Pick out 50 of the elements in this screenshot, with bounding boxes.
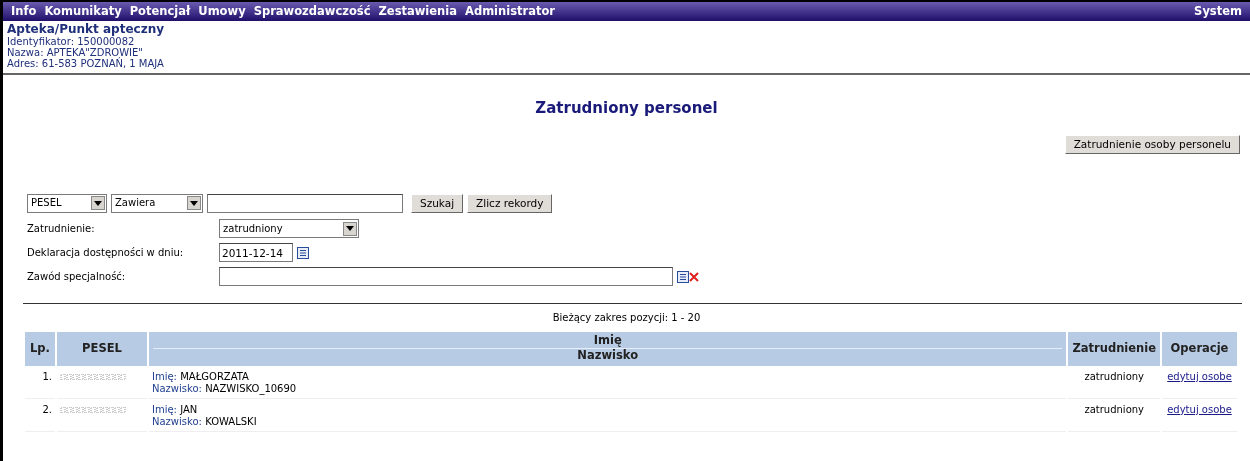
entity-detail: Adres: 61-583 POZNAŃ, 1 MAJA: [7, 58, 165, 70]
first-name: Imię: JAN: [152, 403, 199, 416]
first-name: Imię: MAŁGORZATA: [152, 370, 250, 383]
column-header: PESEL: [57, 331, 147, 366]
row-number: 1.: [25, 367, 55, 399]
menu-item[interactable]: Zestawienia: [374, 2, 461, 21]
column-header: Lp.: [25, 331, 55, 366]
employment-select[interactable]: zatrudniony: [219, 219, 359, 239]
dropdown-arrow-icon[interactable]: [346, 226, 354, 232]
redacted-pesel-icon: [60, 373, 128, 380]
filter-label: Deklaracja dostępności w dniu:: [27, 246, 185, 259]
menu-item[interactable]: Komunikaty: [40, 2, 126, 21]
entity-title: Apteka/Punkt apteczny: [7, 23, 165, 37]
menu-item[interactable]: Sprawozdawczość: [249, 2, 375, 21]
menu-item[interactable]: Administrator: [461, 2, 560, 21]
column-header: Zatrudnienie: [1068, 331, 1160, 366]
entity-detail: Nazwa: APTEKA"ZDROWIE": [7, 47, 144, 59]
menu-item[interactable]: System: [1190, 2, 1246, 21]
add-staff-button[interactable]: Zatrudnienie osoby personelu: [1064, 135, 1240, 154]
count-button[interactable]: Zlicz rekordy: [467, 194, 553, 213]
menu-item[interactable]: Info: [7, 2, 41, 21]
calendar-icon[interactable]: [297, 246, 309, 259]
column-header: Nazwisko: [153, 348, 1063, 364]
filter-label: Zatrudnienie:: [27, 222, 96, 235]
page-title: Zatrudniony personel: [534, 99, 719, 118]
search-field[interactable]: [207, 193, 403, 213]
status-cell: zatrudniony: [1068, 367, 1160, 399]
clear-icon[interactable]: [689, 271, 699, 282]
edit-link[interactable]: edytuj osobe: [1167, 370, 1232, 382]
entity-detail: Identyfikator: 150000082: [7, 36, 135, 48]
last-name: Nazwisko: KOWALSKI: [152, 415, 258, 428]
dropdown-arrow-icon[interactable]: [190, 200, 198, 206]
column-header: Operacje: [1162, 331, 1237, 366]
menu-item[interactable]: Umowy: [194, 2, 250, 21]
profession-field[interactable]: [219, 267, 673, 287]
row-number: 2.: [25, 400, 55, 432]
range-text: Bieżący zakres pozycji: 1 - 20: [552, 311, 701, 323]
field-select[interactable]: PESEL: [27, 193, 107, 213]
search-button[interactable]: Szukaj: [411, 194, 464, 213]
column-header: Imię: [592, 334, 623, 349]
date-field[interactable]: 2011-12-14: [219, 243, 293, 263]
menu-item[interactable]: Potencjał: [125, 2, 195, 21]
dropdown-arrow-icon[interactable]: [94, 200, 102, 206]
last-name: Nazwisko: NAZWISKO_10690: [152, 382, 298, 395]
edit-link[interactable]: edytuj osobe: [1167, 403, 1232, 415]
calendar-icon[interactable]: [677, 270, 689, 283]
mode-select[interactable]: Zawiera: [111, 193, 203, 213]
filter-label: Zawód specjalność:: [27, 270, 127, 283]
redacted-pesel-icon: [60, 406, 128, 413]
status-cell: zatrudniony: [1068, 400, 1160, 432]
